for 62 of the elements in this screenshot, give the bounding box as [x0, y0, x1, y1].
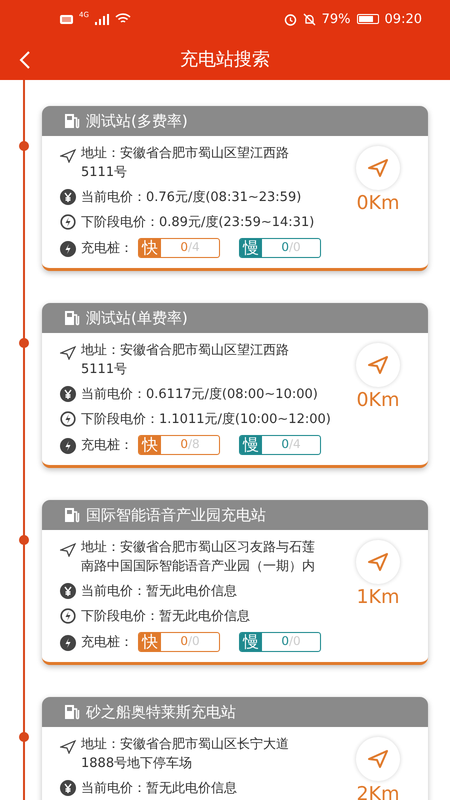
- charge-bolt-icon: [60, 240, 76, 256]
- location-arrow-icon: [60, 543, 76, 557]
- signal-icon: [94, 14, 109, 24]
- current-price: 当前电价：暂无此电价信息: [81, 583, 237, 601]
- station-name: 测试站(单费率): [86, 308, 188, 328]
- next-price: 下阶段电价：1.1011元/度(10:00~12:00): [81, 411, 331, 429]
- battery-icon: [356, 14, 379, 24]
- bolt-circle-icon: [60, 411, 76, 427]
- current-price: 当前电价：0.6117元/度(08:00~10:00): [81, 386, 318, 404]
- navigate-button[interactable]: [356, 343, 400, 387]
- yen-coin-icon: [60, 583, 76, 599]
- fuel-pump-icon: [64, 704, 80, 720]
- distance: 0Km: [356, 389, 400, 411]
- station-name: 国际智能语音产业园充电站: [86, 506, 266, 524]
- clock-time: 09:20: [384, 12, 422, 26]
- navigate-arrow-icon: [367, 355, 389, 375]
- location-arrow-icon: [60, 740, 76, 754]
- station-address: 地址：安徽省合肥市蜀山区望江西路5111号: [81, 145, 290, 182]
- charger-label: 充电桩：: [81, 634, 133, 652]
- yen-coin-icon: [60, 189, 76, 205]
- mute-bell-icon: [302, 12, 316, 26]
- location-arrow-icon: [60, 346, 76, 360]
- charge-bolt-icon: [60, 634, 76, 650]
- navigate-arrow-icon: [367, 552, 389, 572]
- bolt-circle-icon: [60, 214, 76, 230]
- navigate-button[interactable]: [356, 540, 400, 584]
- alarm-icon: [284, 12, 297, 26]
- navigate-arrow-icon: [367, 158, 389, 178]
- station-address: 地址：安徽省合肥市蜀山区长宁大道1888号地下停车场: [81, 736, 290, 773]
- charger-label: 充电桩：: [81, 240, 133, 258]
- station-name: 砂之船奥特莱斯充电站: [86, 702, 236, 722]
- fuel-pump-icon: [64, 507, 80, 523]
- distance: 0Km: [356, 192, 400, 214]
- battery-percent: 79%: [322, 12, 351, 26]
- timeline-dot: [19, 732, 29, 742]
- back-icon: [18, 50, 32, 70]
- distance: 1Km: [356, 586, 400, 608]
- location-arrow-icon: [60, 149, 76, 163]
- page-title: 充电站搜索: [180, 48, 270, 71]
- timeline-dot: [19, 535, 29, 545]
- hd-icon: [60, 14, 73, 24]
- timeline-dot: [19, 141, 29, 151]
- wifi-icon: [114, 13, 131, 25]
- fuel-pump-icon: [64, 310, 80, 326]
- charger-label: 充电桩：: [81, 436, 133, 454]
- distance: 2Km: [356, 783, 400, 800]
- navigate-arrow-icon: [367, 749, 389, 769]
- charge-bolt-icon: [60, 438, 76, 454]
- next-price: 下阶段电价：暂无此电价信息: [81, 608, 250, 626]
- station-name: 测试站(多费率): [86, 112, 188, 130]
- current-price: 当前电价：0.76元/度(08:31~23:59): [81, 189, 302, 207]
- yen-coin-icon: [60, 386, 76, 402]
- current-price: 当前电价：暂无此电价信息: [81, 780, 237, 798]
- station-address: 地址：安徽省合肥市蜀山区习友路与石莲南路中国国际智能语音产业园（一期）内: [81, 539, 316, 576]
- timeline-dot: [19, 338, 29, 348]
- yen-coin-icon: [60, 780, 76, 796]
- next-price: 下阶段电价：0.89元/度(23:59~14:31): [81, 214, 314, 232]
- station-address: 地址：安徽省合肥市蜀山区望江西路5111号: [81, 342, 290, 379]
- fuel-pump-icon: [64, 113, 80, 129]
- navigate-button[interactable]: [356, 146, 400, 190]
- bolt-circle-icon: [60, 608, 76, 624]
- navigate-button[interactable]: [356, 737, 400, 781]
